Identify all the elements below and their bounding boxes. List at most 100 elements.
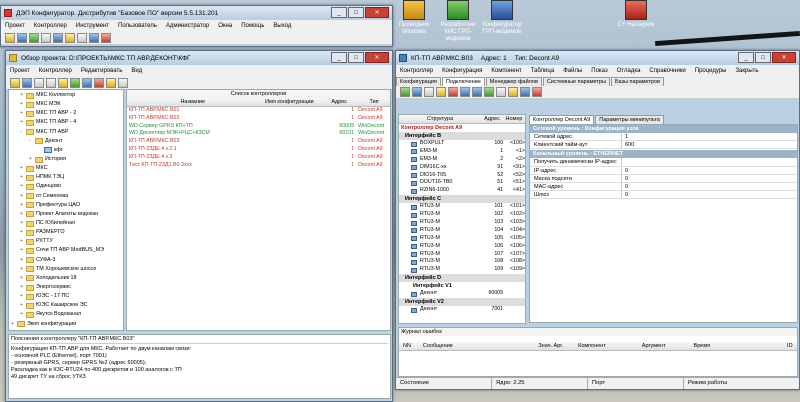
menu-project[interactable]: Проект [10, 68, 30, 74]
desktop-icon-tuner[interactable]: С+ Наладчик [614, 0, 658, 29]
user-icon[interactable] [53, 32, 63, 43]
network-tool-icon[interactable] [29, 32, 39, 43]
column-header[interactable]: Номер [503, 115, 525, 123]
tree-item[interactable]: + История [9, 155, 123, 164]
column-header[interactable]: Сообщение [419, 342, 538, 350]
help-icon[interactable] [89, 32, 99, 43]
menu-windows[interactable]: Окна [218, 23, 232, 29]
tree-item[interactable]: + РАЗМЕРГО [9, 228, 123, 237]
cut-icon[interactable] [34, 77, 44, 88]
tab-controller[interactable]: Контроллер Decont A9 [529, 115, 595, 124]
tree-item[interactable]: + МКС Коллектор [9, 91, 123, 100]
tab-3[interactable]: Системные параметры [542, 77, 610, 86]
stop-icon[interactable] [532, 87, 542, 97]
controller-icon[interactable] [17, 32, 27, 43]
project-window-titlebar[interactable]: Обзор проекта: D:\ПРОЕКТЫ\МКС ТП АВР.ДЕК… [6, 51, 392, 65]
property-value[interactable]: 0 [622, 167, 628, 174]
tab-2[interactable]: Менеджер файлов [485, 77, 542, 86]
property-value[interactable]: 0 [622, 183, 628, 190]
minimize-button[interactable]: _ [331, 7, 347, 18]
column-header[interactable]: Адрес [481, 115, 503, 123]
tree-item[interactable]: + СУФА-3 [9, 256, 123, 265]
table-row[interactable]: WD Сервер GPRS КП+ТП 60005 WinDecont [127, 123, 390, 131]
menu-item[interactable]: Компонент [491, 68, 521, 74]
close-button[interactable]: ✕ [365, 7, 389, 18]
menu-item[interactable]: Процедуры [695, 68, 727, 74]
column-header[interactable]: Время [694, 342, 788, 350]
tab-4[interactable]: Базы параметров [610, 77, 664, 86]
menu-item[interactable]: Файлы [563, 68, 582, 74]
tree-item[interactable]: + Одинцово [9, 182, 123, 191]
tree-item[interactable]: + ПС Юбилейная [9, 219, 123, 228]
menu-item[interactable]: Контроллер [400, 68, 433, 74]
add-controller-icon[interactable] [70, 77, 80, 88]
copy-icon[interactable] [46, 77, 56, 88]
tree-item[interactable]: + Префектура ЦАО [9, 201, 123, 210]
menu-user[interactable]: Пользователь [118, 23, 157, 29]
column-header[interactable]: NN [399, 342, 419, 350]
import-icon[interactable] [106, 77, 116, 88]
module-row[interactable]: RTU3-M 105 <105> [399, 235, 525, 243]
tree-item[interactable]: + ЮЭС - 17 ПС [9, 292, 123, 301]
module-row[interactable]: DIM16C-xx 91 <91> [399, 164, 525, 172]
tree-item[interactable]: + МКС ТП АВР - 4 [9, 118, 123, 127]
module-row[interactable]: RTU3-M 108 <108> [399, 258, 525, 266]
window-icon[interactable] [77, 32, 87, 43]
close-button[interactable]: ✕ [365, 52, 389, 63]
module-row[interactable]: RTU3-M 107 <107> [399, 251, 525, 259]
add-module-icon[interactable] [436, 87, 446, 97]
tree-item[interactable]: + РХТТУ [9, 237, 123, 246]
tree-item[interactable]: + Энергосервис [9, 283, 123, 292]
upload-icon[interactable] [412, 87, 422, 97]
menu-item[interactable]: Конфигурация [442, 68, 482, 74]
module-row[interactable]: Деконт 7001 [399, 306, 525, 314]
maximize-button[interactable]: □ [348, 7, 364, 18]
download-icon[interactable] [400, 87, 410, 97]
tree-item[interactable]: + Проект Апатиты водокан [9, 210, 123, 219]
folder-icon[interactable] [10, 77, 20, 88]
menu-item[interactable]: Справочники [649, 68, 685, 74]
close-button[interactable]: ✕ [772, 52, 796, 63]
move-down-icon[interactable] [472, 87, 482, 97]
property-row[interactable]: MAC-адрес 0 [530, 182, 797, 192]
tree-item[interactable]: + Холодильник 18 [9, 274, 123, 283]
interface-group[interactable]: Интерфейс C [399, 195, 525, 204]
property-row[interactable]: Шлюз 0 [530, 191, 797, 200]
table-row[interactable]: КП-ТП АВР.МКС.В02 1 Decont A9 [127, 115, 390, 123]
column-header[interactable]: ID [787, 342, 797, 350]
module-row[interactable]: RTU3-M 103 <103> [399, 219, 525, 227]
menu-project[interactable]: Проект [5, 23, 25, 29]
menu-tool[interactable]: Инструмент [76, 23, 109, 29]
tab-minipult[interactable]: Параметры минипульта [595, 115, 664, 124]
tree-item[interactable]: + НПМК ТЭЦ [9, 173, 123, 182]
module-row[interactable]: RTU3-M 106 <106> [399, 243, 525, 251]
property-row[interactable]: Получить динамически IP-адрес [530, 158, 797, 167]
table-row[interactable]: КП-ТП АВР.МКС.В03 1 Decont A9 [127, 138, 390, 146]
column-header[interactable]: Знач. Арг. [538, 342, 578, 350]
minimize-button[interactable]: _ [738, 52, 754, 63]
tree-item[interactable]: кфг [9, 146, 123, 155]
delete-icon[interactable] [94, 77, 104, 88]
tree-item[interactable]: + МКС ТП АВР - 2 [9, 109, 123, 118]
module-row[interactable]: DOUT16-TB0 51 <51> [399, 179, 525, 187]
table-row[interactable]: Тест КП-ТП-2ЗД1.В0.3ххх 1 Decont A9 [127, 162, 390, 170]
move-up-icon[interactable] [460, 87, 470, 97]
check-icon[interactable] [484, 87, 494, 97]
property-row[interactable]: Клиентский тайм-аут 600 [530, 141, 797, 150]
properties-icon[interactable] [82, 77, 92, 88]
property-value[interactable]: 1 [622, 133, 628, 140]
property-row[interactable]: Сетевой адрес 1 [530, 133, 797, 142]
interface-group[interactable]: Интерфейс B [399, 132, 525, 140]
paste-icon[interactable] [58, 77, 68, 88]
menu-item[interactable]: Показ [591, 68, 607, 74]
module-row[interactable]: RTU3-M 109 <109> [399, 266, 525, 274]
table-row[interactable]: КП-ТП-2ЗДЕ.4 v.2.1 1 Decont A9 [127, 146, 390, 154]
tree-item[interactable]: + МКС МЭК [9, 100, 123, 109]
property-value[interactable]: 600 [622, 141, 634, 148]
desktop-icon-modem-configurator[interactable]: Конфигуратор ГРП-модемов [480, 0, 524, 36]
module-row[interactable]: RTU3-M 102 <102> [399, 211, 525, 219]
compare-icon[interactable] [520, 87, 530, 97]
controller-window-titlebar[interactable]: КП-ТП АВР.МКС.В03 Адрес: 1 Тип: Decont A… [396, 51, 799, 65]
menu-item[interactable]: Отладка [617, 68, 641, 74]
tree-item[interactable]: - МКС ТП АВР [9, 128, 123, 137]
